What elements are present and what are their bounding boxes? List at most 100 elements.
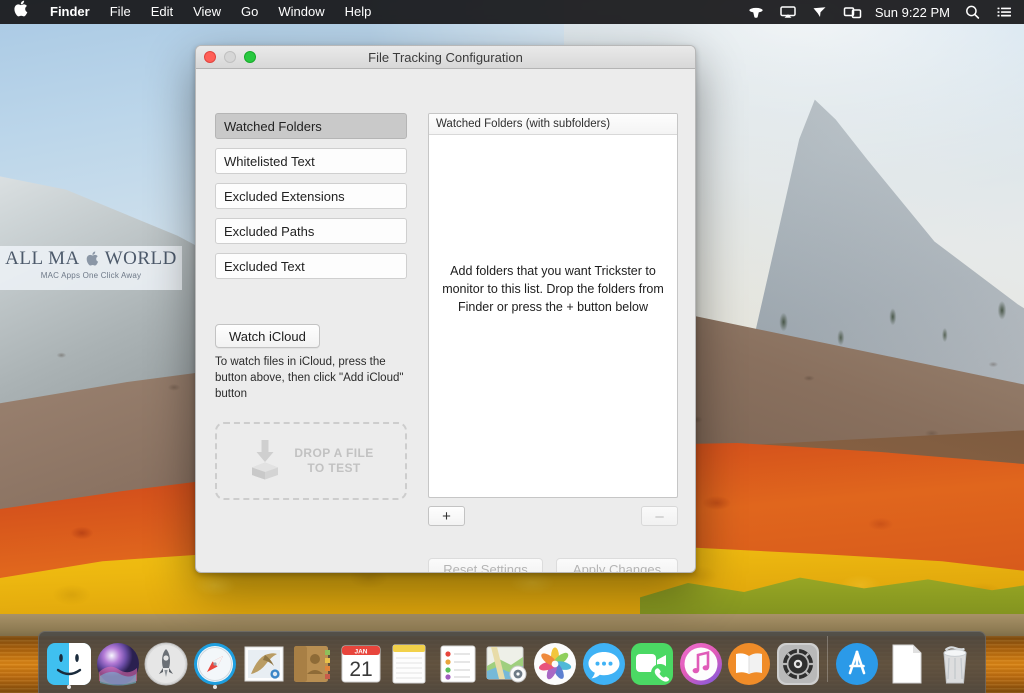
remove-folder-button[interactable]: –	[641, 506, 678, 526]
minus-icon: –	[655, 507, 664, 525]
list-empty-placeholder: Add folders that you want Trickster to m…	[442, 264, 664, 314]
zoom-button[interactable]	[244, 51, 256, 63]
menu-bar-clock[interactable]: Sun 9:22 PM	[875, 5, 950, 20]
reminders-icon	[435, 641, 481, 687]
category-label: Watched Folders	[224, 118, 322, 134]
menu-item-help[interactable]: Help	[335, 0, 382, 24]
safari-icon	[192, 641, 238, 687]
messages-icon	[581, 641, 627, 687]
category-item-excluded-text[interactable]: Excluded Text	[215, 253, 407, 279]
screen-sharing-icon[interactable]	[843, 4, 862, 20]
itunes-icon	[678, 641, 724, 687]
window-title: File Tracking Configuration	[368, 49, 523, 65]
contacts-icon	[289, 641, 335, 687]
calendar-icon: JAN 21	[338, 641, 384, 687]
menu-item-finder[interactable]: Finder	[40, 0, 100, 24]
dock-item-maps[interactable]	[482, 632, 531, 690]
dock-item-contacts[interactable]	[288, 632, 337, 690]
window-traffic-lights	[204, 46, 256, 68]
dock-item-app-store[interactable]	[833, 632, 882, 690]
dropzone-label: DROP A FILE TO TEST	[294, 446, 373, 476]
launchpad-icon	[143, 641, 189, 687]
apply-changes-button[interactable]: Apply Changes	[556, 558, 678, 572]
dock-item-system-preferences[interactable]	[774, 632, 823, 690]
dock-item-photos[interactable]	[531, 632, 580, 690]
siri-icon	[95, 641, 141, 687]
menu-item-go[interactable]: Go	[231, 0, 268, 24]
menu-bar: Finder File Edit View Go Window Help Sun…	[0, 0, 1024, 24]
dock-item-facetime[interactable]	[628, 632, 677, 690]
window-titlebar[interactable]: File Tracking Configuration	[196, 46, 695, 69]
category-label: Excluded Paths	[224, 223, 315, 239]
reset-settings-label: Reset Settings	[443, 561, 528, 573]
apple-logo-icon	[86, 251, 99, 269]
search-icon[interactable]	[964, 4, 982, 20]
maps-icon	[483, 641, 529, 687]
list-column-header: Watched Folders (with subfolders)	[429, 114, 677, 135]
dock-item-ibooks[interactable]	[725, 632, 774, 690]
notification-center-icon[interactable]	[996, 4, 1014, 20]
watch-icloud-label: Watch iCloud	[229, 328, 306, 344]
system-preferences-icon	[775, 641, 821, 687]
dock-item-notes[interactable]	[385, 632, 434, 690]
watermark-title-part1: ALL MA	[5, 248, 80, 269]
category-label: Whitelisted Text	[224, 153, 315, 169]
menu-item-window[interactable]: Window	[268, 0, 334, 24]
menu-item-file[interactable]: File	[100, 0, 141, 24]
mail-icon	[241, 641, 287, 687]
window-body: Watched Folders Whitelisted Text Exclude…	[196, 69, 695, 573]
reset-settings-button[interactable]: Reset Settings	[428, 558, 543, 573]
category-item-watched-folders[interactable]: Watched Folders	[215, 113, 407, 139]
dropzone-label-line1: DROP A FILE	[294, 446, 374, 460]
watch-icloud-button[interactable]: Watch iCloud	[215, 324, 320, 348]
site-watermark: ALL MA WORLD MAC Apps One Click Away	[0, 246, 182, 290]
dock-item-mail[interactable]	[239, 632, 288, 690]
airplay-display-icon[interactable]	[779, 4, 797, 20]
close-button[interactable]	[204, 51, 216, 63]
category-item-excluded-paths[interactable]: Excluded Paths	[215, 218, 407, 244]
dock-divider	[827, 636, 829, 682]
dock-item-safari[interactable]	[191, 632, 240, 690]
menu-item-edit[interactable]: Edit	[141, 0, 183, 24]
watermark-tagline: MAC Apps One Click Away	[40, 271, 142, 280]
running-indicator	[213, 685, 218, 689]
trash-icon	[932, 641, 978, 687]
download-to-box-icon	[248, 438, 282, 485]
photos-icon	[532, 641, 578, 687]
dock-item-siri[interactable]	[94, 632, 143, 690]
facetime-icon	[629, 641, 675, 687]
watermark-title: ALL MA WORLD	[0, 246, 182, 270]
dock-item-launchpad[interactable]	[142, 632, 191, 690]
svg-text:21: 21	[349, 658, 372, 681]
category-label: Excluded Extensions	[224, 188, 345, 204]
vpn-icon[interactable]	[811, 4, 829, 20]
ibooks-icon	[726, 641, 772, 687]
menu-item-view[interactable]: View	[183, 0, 231, 24]
add-folder-button[interactable]: +	[428, 506, 465, 526]
menu-bar-status-area: Sun 9:22 PM	[747, 4, 1014, 20]
watched-folders-list-panel[interactable]: Watched Folders (with subfolders) Add fo…	[428, 113, 678, 498]
dock-item-documents[interactable]	[882, 632, 931, 690]
desktop-screen: ALL MA WORLD MAC Apps One Click Away Fin…	[0, 0, 1024, 693]
calendar-month: JAN	[354, 649, 367, 656]
dropzone-label-line2: TO TEST	[307, 461, 361, 475]
dock-item-itunes[interactable]	[677, 632, 726, 690]
notes-icon	[386, 641, 432, 687]
plus-icon: +	[442, 507, 451, 525]
running-indicator	[67, 685, 72, 689]
dock-item-messages[interactable]	[579, 632, 628, 690]
dock-item-trash[interactable]	[930, 632, 979, 690]
dock: JAN 21	[38, 631, 986, 693]
category-item-whitelisted-text[interactable]: Whitelisted Text	[215, 148, 407, 174]
documents-stack-icon	[883, 641, 929, 687]
dock-item-finder[interactable]	[45, 632, 94, 690]
apple-menu-icon[interactable]	[0, 0, 40, 24]
category-item-excluded-extensions[interactable]: Excluded Extensions	[215, 183, 407, 209]
minimize-button[interactable]	[224, 51, 236, 63]
drop-a-file-to-test-dropzone[interactable]: DROP A FILE TO TEST	[215, 422, 407, 500]
dock-item-reminders[interactable]	[434, 632, 483, 690]
dock-item-calendar[interactable]: JAN 21	[336, 632, 385, 690]
dropbox-icon[interactable]	[747, 4, 765, 20]
file-tracking-configuration-window: File Tracking Configuration Watched Fold…	[195, 45, 696, 573]
icloud-help-text: To watch files in iCloud, press the butt…	[215, 356, 404, 400]
